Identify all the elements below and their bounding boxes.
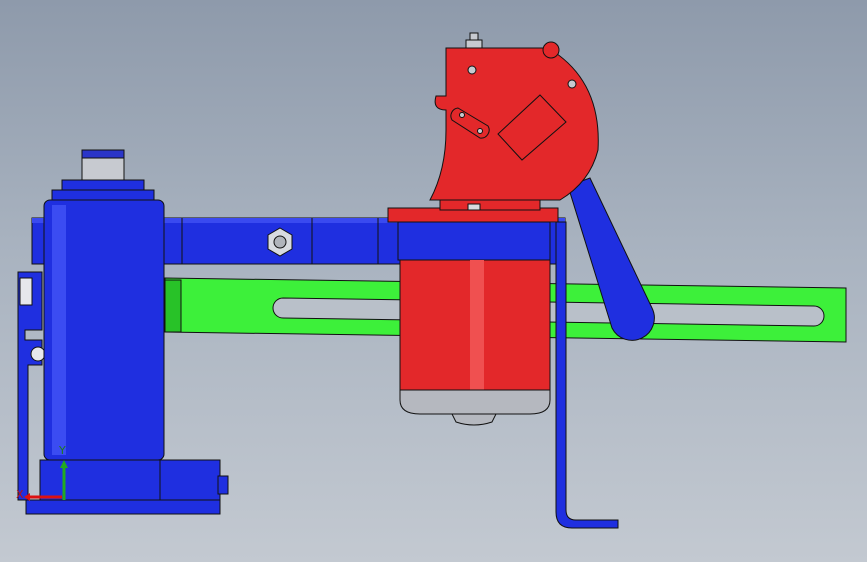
cad-viewport[interactable]: Y X xyxy=(0,0,867,562)
red-motor[interactable] xyxy=(387,207,559,426)
red-gearbox[interactable] xyxy=(429,32,599,211)
model-graphics[interactable] xyxy=(0,0,867,562)
triad-x-label: X xyxy=(16,488,24,501)
triad-y-label: Y xyxy=(59,444,66,457)
